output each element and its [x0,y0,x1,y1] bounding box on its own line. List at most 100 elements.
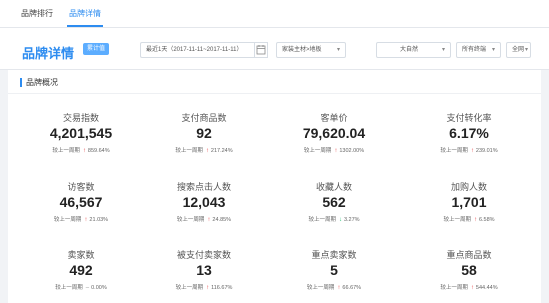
metric-value: 13 [196,262,212,278]
compare-label: 较上一周期 [176,217,205,223]
arrow-up-icon: ↑ [334,148,338,154]
metric-cell: 卖家数 492 较上一周期 –0.00% [16,248,146,291]
change-percent: 0.00% [91,285,107,291]
metric-cell: 支付商品数 92 较上一周期 ↑ 217.24% [139,111,269,154]
metric-name: 访客数 [67,182,95,192]
metric-value: 46,567 [59,194,103,210]
compare-label: 较上一周期 [303,148,332,154]
compare-label: 较上一周期 [55,285,83,291]
metric-cell: 重点商品数 58 较上一周期 ↑ 544.44% [404,248,534,291]
change-percent: 21.03% [89,217,109,223]
compare-label: 较上一周期 [308,217,336,223]
metric-cell: 被支付卖家数 13 较上一周期 ↑ 116.67% [139,248,269,291]
brand-value: 大自然 [400,47,419,53]
change-percent: 859.64% [87,148,110,154]
cumulative-badge: 累计值 [83,43,110,55]
metric-value: 4,201,545 [49,125,113,141]
arrow-up-icon: ↑ [206,285,210,291]
metric-value: 12,043 [182,194,226,210]
metric-value: 6.17% [449,125,489,141]
change-percent: 3.27% [343,217,360,223]
metric-cell: 加购人数 1,701 较上一周期 ↑ 6.58% [404,180,534,223]
compare-label: 较上一周期 [440,285,468,291]
date-range-text: 最近1天（2017-11-11~2017-11-11） [146,47,243,53]
metric-comparison: 较上一周期 ↑ 6.58% [404,215,534,223]
section-title: 品牌概况 [26,78,58,87]
dash-icon: – [85,285,90,291]
metric-comparison: 较上一周期 ↑ 66.67% [269,283,399,291]
metric-comparison: 较上一周期 ↑ 217.24% [139,146,269,154]
metric-value: 92 [196,125,212,141]
change-percent: 217.24% [210,148,233,154]
tab-brand-detail[interactable]: 品牌详情 [67,8,103,27]
metric-comparison: 较上一周期 ↑ 21.03% [16,215,146,223]
metric-cell: 客单价 79,620.04 较上一周期 ↑ 1302.00% [269,111,399,154]
header-bar: 品牌详情 累计值 最近1天（2017-11-11~2017-11-11） 家装主… [0,28,549,70]
chevron-down-icon: ▾ [491,47,495,53]
metric-value: 5 [330,262,338,278]
metric-value: 562 [322,194,346,210]
arrow-up-icon: ↑ [207,217,211,223]
arrow-up-icon: ↑ [337,285,341,291]
metric-comparison: 较上一周期 ↑ 24.85% [139,215,269,223]
arrow-up-icon: ↑ [205,148,209,154]
arrow-down-icon: ↓ [338,217,342,223]
metric-comparison: 较上一周期 ↓ 3.27% [269,215,399,223]
section-header: 品牌概况 [8,70,541,94]
metric-name: 重点卖家数 [311,250,357,260]
brand-select[interactable]: 大自然 ▾ [376,42,451,58]
change-percent: 24.85% [212,217,232,223]
calendar-button[interactable] [254,42,268,58]
date-range-picker[interactable]: 最近1天（2017-11-11~2017-11-11） [140,42,256,58]
metric-cell: 访客数 46,567 较上一周期 ↑ 21.03% [16,180,146,223]
metric-value: 58 [461,262,477,278]
change-percent: 66.67% [342,285,362,291]
change-percent: 544.44% [475,285,498,291]
metric-cell: 搜索点击人数 12,043 较上一周期 ↑ 24.85% [139,180,269,223]
metric-name: 支付转化率 [446,113,492,123]
change-percent: 239.01% [475,148,498,154]
compare-label: 较上一周期 [306,285,335,291]
compare-label: 较上一周期 [175,285,204,291]
channel-select[interactable]: 全网 ▾ [506,42,531,58]
metric-cell: 交易指数 4,201,545 较上一周期 ↑ 859.64% [16,111,146,154]
channel-value: 全网 [512,47,525,53]
terminal-select[interactable]: 所有终端 ▾ [456,42,501,58]
page-title: 品牌详情 [22,46,75,61]
metric-name: 重点商品数 [446,250,492,260]
metric-value: 1,701 [451,194,487,210]
metric-name: 交易指数 [62,113,99,123]
compare-label: 较上一周期 [52,148,80,154]
compare-label: 较上一周期 [53,217,82,223]
chevron-down-icon: ▾ [441,47,445,53]
metric-comparison: 较上一周期 ↑ 1302.00% [269,146,399,154]
metric-comparison: 较上一周期 ↑ 239.01% [404,146,534,154]
arrow-up-icon: ↑ [470,148,474,154]
brand-overview-card: 品牌概况 交易指数 4,201,545 较上一周期 ↑ 859.64% 支付商品数 92 较上… [8,70,541,303]
arrow-up-icon: ↑ [473,217,477,223]
category-select[interactable]: 家装主材>地板 ▾ [276,42,346,58]
arrow-up-icon: ↑ [84,217,88,223]
terminal-value: 所有终端 [462,47,487,53]
arrow-up-icon: ↑ [82,148,86,154]
metric-name: 收藏人数 [315,182,352,192]
metric-name: 卖家数 [67,250,95,260]
change-percent: 116.67% [211,285,233,291]
metric-cell: 重点卖家数 5 较上一周期 ↑ 66.67% [269,248,399,291]
metric-value: 492 [69,262,93,278]
arrow-up-icon: ↑ [470,285,474,291]
compare-label: 较上一周期 [440,148,468,154]
metric-value: 79,620.04 [302,125,366,141]
change-percent: 1302.00% [339,148,365,154]
change-percent: 6.58% [478,217,495,223]
metric-cell: 收藏人数 562 较上一周期 ↓ 3.27% [269,180,399,223]
category-value: 家装主材>地板 [282,47,322,53]
metric-comparison: 较上一周期 ↑ 544.44% [404,283,534,291]
tab-brand-ranking[interactable]: 品牌排行 [21,8,53,19]
metric-name: 被支付卖家数 [176,250,231,260]
chevron-down-icon: ▾ [524,47,528,53]
metric-name: 加购人数 [450,182,487,192]
calendar-icon [256,45,266,55]
metric-name: 支付商品数 [181,113,227,123]
metric-name: 客单价 [320,113,348,123]
